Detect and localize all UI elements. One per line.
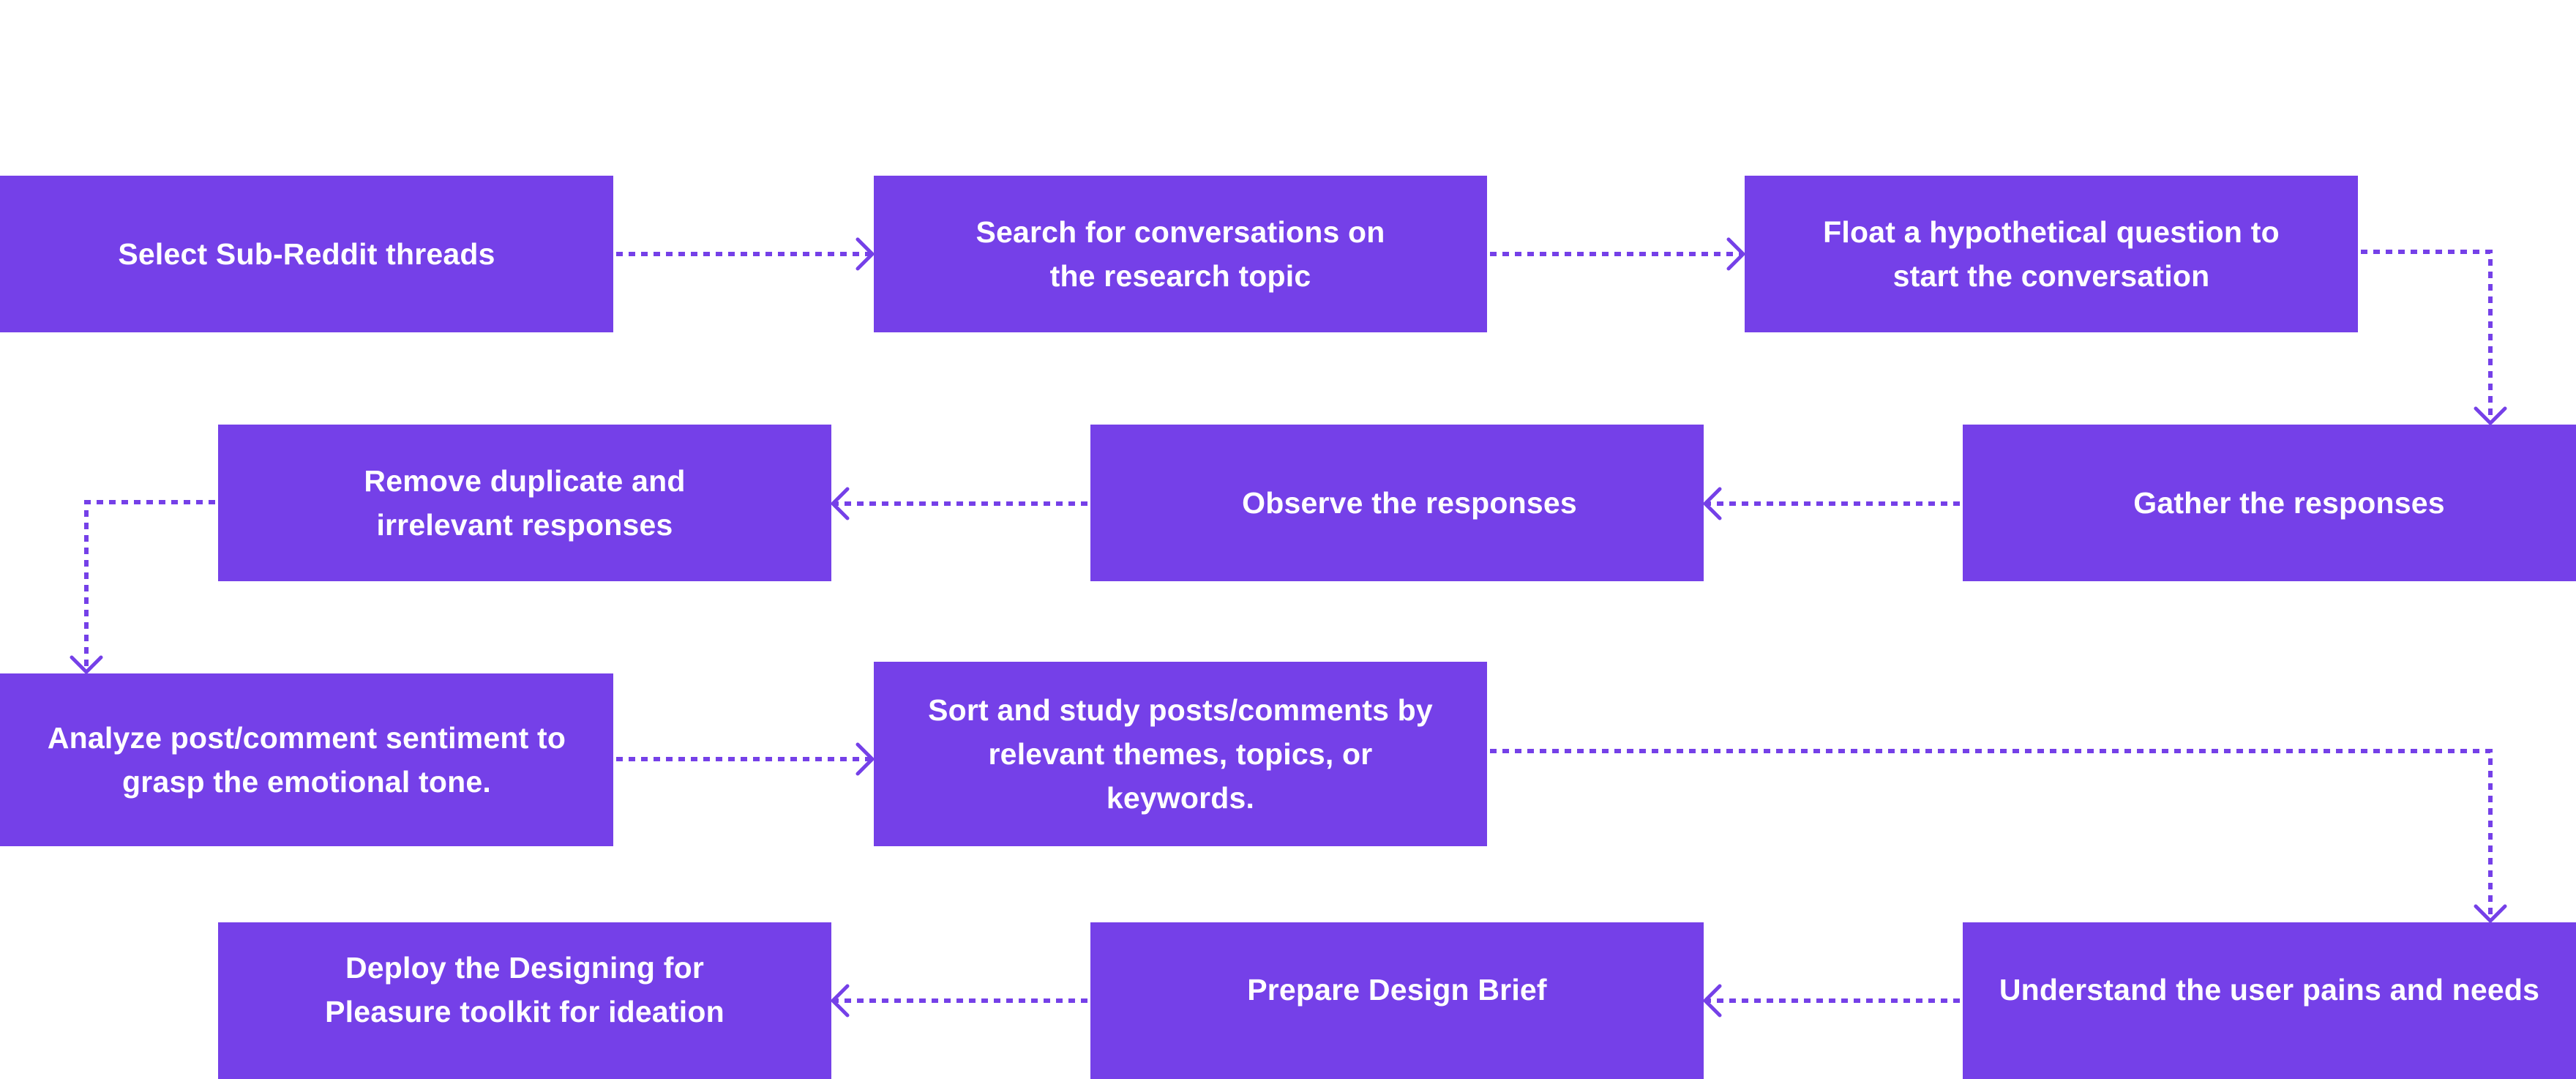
- connector-s9-s10: [1703, 984, 1960, 1018]
- step-label: Search for conversations on the research…: [976, 215, 1385, 293]
- step-analyze-sentiment: Analyze post/comment sentiment to grasp …: [0, 673, 613, 846]
- connector-s3-s4: [2361, 250, 2507, 425]
- step-label: Prepare Design Brief: [1247, 973, 1547, 1007]
- step-label: Gather the responses: [2133, 486, 2445, 520]
- step-label: Select Sub-Reddit threads: [118, 237, 495, 271]
- connector-s7-s8: [616, 742, 875, 776]
- step-select-subreddit-threads: Select Sub-Reddit threads: [0, 176, 613, 332]
- flowchart-canvas: Select Sub-Reddit threads Search for con…: [0, 0, 2576, 1079]
- step-prepare-design-brief: Prepare Design Brief: [1090, 922, 1704, 1079]
- step-understand-user-pains: Understand the user pains and needs: [1963, 922, 2576, 1079]
- arrow-down-icon: [70, 655, 103, 674]
- arrow-left-icon: [831, 984, 850, 1018]
- arrow-down-icon: [2474, 904, 2507, 923]
- connector-s8-s9: [1490, 749, 2507, 923]
- step-sort-and-study: Sort and study posts/comments by relevan…: [874, 662, 1487, 846]
- step-observe-responses: Observe the responses: [1090, 425, 1704, 581]
- connector-s10-s11: [831, 984, 1087, 1018]
- connector-s1-s2: [616, 237, 875, 271]
- step-gather-responses: Gather the responses: [1963, 425, 2576, 581]
- step-label: Float a hypothetical question to start t…: [1823, 215, 2280, 293]
- connector-s4-s5: [1703, 487, 1960, 520]
- step-label: Sort and study posts/comments by relevan…: [928, 693, 1433, 815]
- step-label: Analyze post/comment sentiment to grasp …: [47, 721, 566, 799]
- arrow-left-icon: [1703, 984, 1722, 1018]
- step-search-conversations: Search for conversations on the research…: [874, 176, 1487, 332]
- step-label: Deploy the Designing for Pleasure toolki…: [325, 951, 724, 1028]
- step-float-hypothetical-question: Float a hypothetical question to start t…: [1745, 176, 2358, 332]
- arrow-right-icon: [1726, 237, 1745, 271]
- arrow-down-icon: [2474, 406, 2507, 425]
- arrow-right-icon: [855, 742, 875, 776]
- step-label: Observe the responses: [1242, 486, 1577, 520]
- step-label: Remove duplicate and irrelevant response…: [364, 464, 686, 542]
- step-label: Understand the user pains and needs: [1999, 973, 2540, 1007]
- connector-s6-s7: [70, 500, 215, 674]
- connector-s2-s3: [1490, 237, 1745, 271]
- arrow-left-icon: [1703, 487, 1722, 520]
- step-remove-duplicates: Remove duplicate and irrelevant response…: [218, 425, 831, 581]
- arrow-right-icon: [855, 237, 875, 271]
- step-deploy-toolkit: Deploy the Designing for Pleasure toolki…: [218, 922, 831, 1079]
- arrow-left-icon: [831, 487, 850, 520]
- connector-s5-s6: [831, 487, 1087, 520]
